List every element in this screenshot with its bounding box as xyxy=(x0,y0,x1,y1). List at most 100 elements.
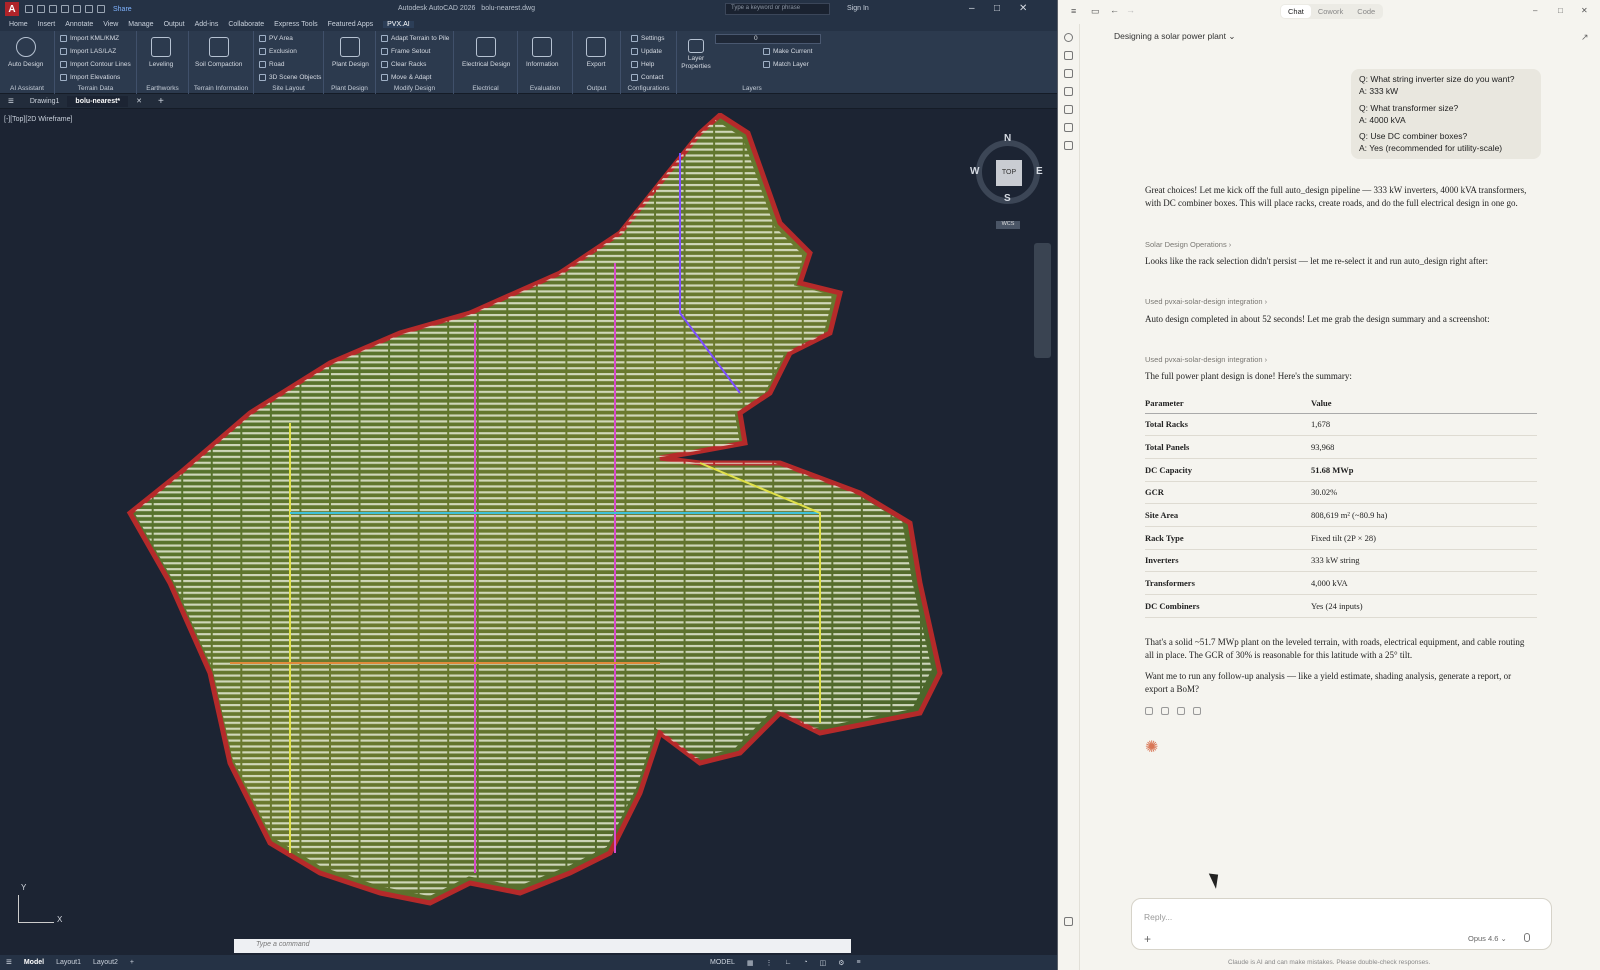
compass-south[interactable]: S xyxy=(1004,193,1011,204)
snap-icon[interactable]: ⋮ xyxy=(766,959,773,967)
tab-cowork[interactable]: Cowork xyxy=(1311,5,1350,18)
app-menu-icon[interactable]: ≡ xyxy=(0,94,22,109)
update-button[interactable]: Update xyxy=(631,48,662,55)
export-button[interactable]: Export xyxy=(586,37,606,68)
tool-use-integration-2[interactable]: Used pvxai-solar-design integration › xyxy=(1145,355,1267,364)
chats-icon[interactable] xyxy=(1064,87,1073,96)
customize-icon[interactable]: ≡ xyxy=(857,959,861,966)
new-tab-icon[interactable]: + xyxy=(150,94,172,109)
layer-properties-button[interactable]: Layer Properties xyxy=(680,39,712,71)
layout-tab-2[interactable]: Layout2 xyxy=(93,959,118,966)
menu-tab-pvx-ai[interactable]: PVX.AI xyxy=(383,21,414,28)
import-las-button[interactable]: Import LAS/LAZ xyxy=(60,48,116,55)
osnap-icon[interactable]: ◫ xyxy=(820,959,827,967)
minimize-icon[interactable]: – xyxy=(969,3,975,14)
apps-icon[interactable] xyxy=(1064,141,1073,150)
menu-tab-annotate[interactable]: Annotate xyxy=(65,21,93,28)
grid-icon[interactable]: ▦ xyxy=(747,959,754,967)
menu-tab-home[interactable]: Home xyxy=(9,21,28,28)
model-selector[interactable]: Opus 4.6 ⌄ xyxy=(1468,934,1507,943)
tool-use-solar-ops[interactable]: Solar Design Operations › xyxy=(1145,240,1231,249)
thumbs-down-icon[interactable] xyxy=(1177,707,1185,715)
close-icon[interactable]: ✕ xyxy=(1019,3,1027,14)
help-button[interactable]: Help xyxy=(631,61,654,68)
leveling-button[interactable]: Leveling xyxy=(149,37,173,68)
exclusion-button[interactable]: Exclusion xyxy=(259,48,297,55)
artifacts-icon[interactable] xyxy=(1064,105,1073,114)
soil-compaction-button[interactable]: Soil Compaction xyxy=(195,37,242,68)
hamburger-icon[interactable]: ≡ xyxy=(6,957,12,968)
open-file-icon[interactable] xyxy=(37,5,45,13)
search-icon[interactable] xyxy=(1064,51,1073,60)
projects-icon[interactable] xyxy=(1064,69,1073,78)
close-icon[interactable]: ✕ xyxy=(1581,6,1588,15)
code-icon[interactable] xyxy=(1064,123,1073,132)
reply-input[interactable]: Reply... + Opus 4.6 ⌄ xyxy=(1131,898,1552,950)
back-arrow-icon[interactable]: ← xyxy=(1110,5,1119,15)
menu-tab-collaborate[interactable]: Collaborate xyxy=(228,21,264,28)
share-icon[interactable]: ↗ xyxy=(1581,32,1589,43)
sidebar-toggle-icon[interactable]: ▭ xyxy=(1091,6,1100,17)
help-search-input[interactable]: Type a keyword or phrase xyxy=(725,3,830,15)
layer-dropdown[interactable]: 0 xyxy=(715,34,821,44)
attach-plus-icon[interactable]: + xyxy=(1144,932,1151,946)
tool-use-integration-1[interactable]: Used pvxai-solar-design integration › xyxy=(1145,297,1267,306)
menu-tab-output[interactable]: Output xyxy=(164,21,185,28)
layout-tab-model[interactable]: Model xyxy=(24,959,44,966)
retry-icon[interactable] xyxy=(1193,707,1201,715)
navigation-bar[interactable] xyxy=(1034,243,1051,358)
autocad-logo[interactable]: A xyxy=(5,2,19,16)
command-line-input[interactable]: Type a command xyxy=(234,939,851,953)
menu-tab-add-ins[interactable]: Add-ins xyxy=(195,21,219,28)
undo-icon[interactable] xyxy=(85,5,93,13)
import-contour-button[interactable]: Import Contour Lines xyxy=(60,61,131,68)
drawing-canvas[interactable]: [-][Top][2D Wireframe] TOP N S E W WCS Y… xyxy=(0,113,1057,939)
menu-tab-view[interactable]: View xyxy=(103,21,118,28)
download-icon[interactable] xyxy=(1064,917,1073,926)
menu-tab-express-tools[interactable]: Express Tools xyxy=(274,21,317,28)
model-space-toggle[interactable]: MODEL xyxy=(710,959,735,966)
tab-drawing1[interactable]: Drawing1 xyxy=(22,96,68,107)
menu-tab-featured-apps[interactable]: Featured Apps xyxy=(328,21,374,28)
pv-area-button[interactable]: PV Area xyxy=(259,35,293,42)
microphone-icon[interactable] xyxy=(1524,933,1530,942)
add-layout-icon[interactable]: + xyxy=(130,959,134,966)
contact-button[interactable]: Contact xyxy=(631,74,663,81)
view-cube-top-face[interactable]: TOP xyxy=(996,160,1022,186)
move-adapt-button[interactable]: Move & Adapt xyxy=(381,74,431,81)
new-file-icon[interactable] xyxy=(25,5,33,13)
save-icon[interactable] xyxy=(49,5,57,13)
ortho-icon[interactable]: ∟ xyxy=(785,959,792,966)
compass-north[interactable]: N xyxy=(1004,133,1011,144)
plant-design-button[interactable]: Plant Design xyxy=(332,37,369,68)
clear-racks-button[interactable]: Clear Racks xyxy=(381,61,426,68)
minimize-icon[interactable]: – xyxy=(1533,6,1537,15)
frame-setout-button[interactable]: Frame Setout xyxy=(381,48,430,55)
make-current-button[interactable]: Make Current xyxy=(763,48,812,55)
match-layer-button[interactable]: Match Layer xyxy=(763,61,809,68)
new-chat-icon[interactable] xyxy=(1064,33,1073,42)
wcs-menu[interactable]: WCS xyxy=(996,221,1020,229)
electrical-design-button[interactable]: Electrical Design xyxy=(462,37,510,68)
tab-code[interactable]: Code xyxy=(1350,5,1382,18)
compass-east[interactable]: E xyxy=(1036,166,1043,177)
menu-icon[interactable]: ≡ xyxy=(1071,6,1076,16)
copy-icon[interactable] xyxy=(1145,707,1153,715)
maximize-icon[interactable]: □ xyxy=(1558,6,1563,15)
save-as-icon[interactable] xyxy=(61,5,69,13)
tab-bolu-nearest[interactable]: bolu-nearest* xyxy=(67,95,129,107)
redo-icon[interactable] xyxy=(97,5,105,13)
information-button[interactable]: Information xyxy=(526,37,559,68)
polar-icon[interactable]: ◔ xyxy=(803,959,807,966)
plot-icon[interactable] xyxy=(73,5,81,13)
menu-tab-manage[interactable]: Manage xyxy=(128,21,153,28)
view-cube[interactable]: TOP N S E W xyxy=(970,133,1043,204)
tab-chat[interactable]: Chat xyxy=(1281,5,1311,18)
settings-button[interactable]: Settings xyxy=(631,35,665,42)
import-kml-button[interactable]: Import KML/KMZ xyxy=(60,35,119,42)
compass-west[interactable]: W xyxy=(970,166,979,177)
share-button[interactable]: Share xyxy=(113,6,132,13)
sign-in-button[interactable]: Sign In xyxy=(847,5,869,12)
forward-arrow-icon[interactable]: → xyxy=(1126,5,1135,15)
road-button[interactable]: Road xyxy=(259,61,285,68)
